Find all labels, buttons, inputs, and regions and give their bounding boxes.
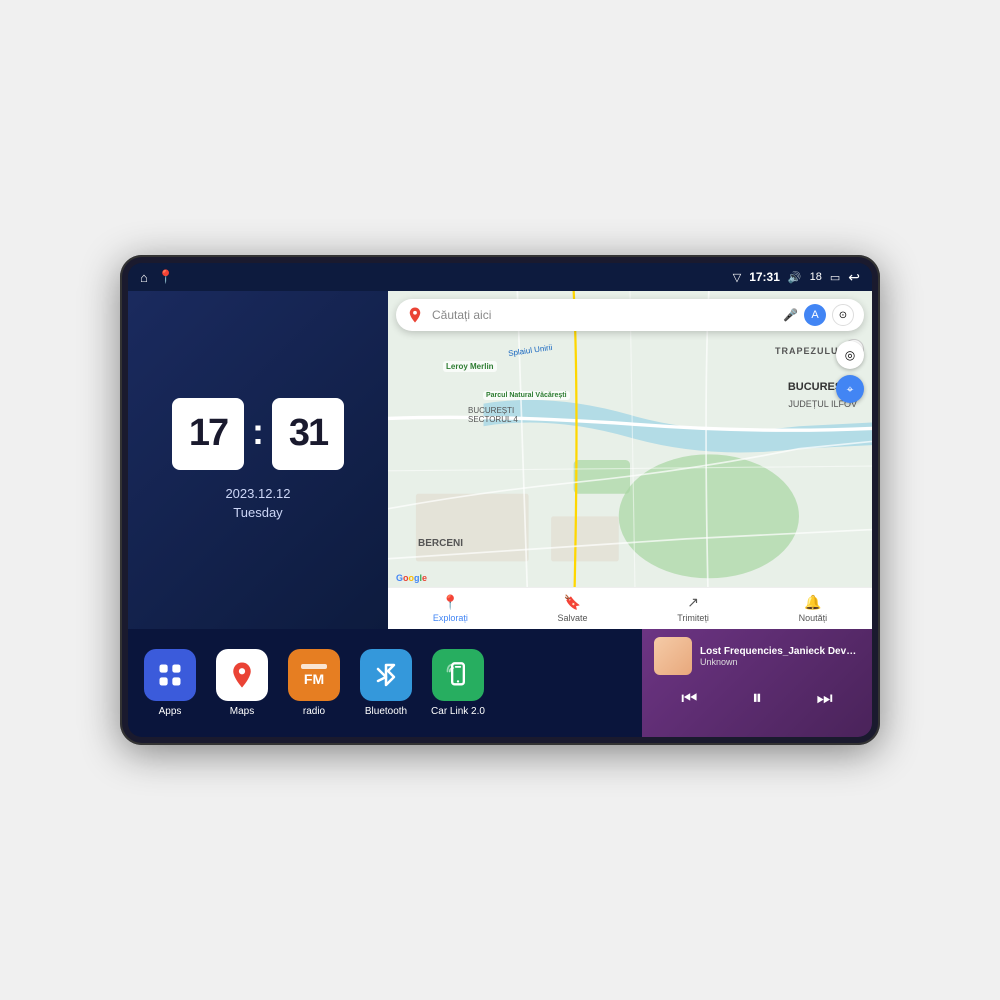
prev-button[interactable]: ⏮ bbox=[673, 684, 705, 713]
location-icon[interactable]: 📍 bbox=[158, 269, 174, 285]
app-item-carlink[interactable]: Car Link 2.0 bbox=[430, 649, 486, 717]
map-search-bar[interactable]: Căutați aici 🎤 A ⊙ bbox=[396, 299, 864, 331]
bluetooth-symbol-icon bbox=[374, 661, 398, 689]
map-label-trapezului: TRAPEZULUI bbox=[775, 346, 842, 356]
music-thumbnail bbox=[654, 637, 692, 675]
map-background bbox=[388, 291, 872, 629]
music-title: Lost Frequencies_Janieck Devy-... bbox=[700, 646, 860, 657]
app-item-maps[interactable]: Maps bbox=[214, 649, 270, 717]
music-artist: Unknown bbox=[700, 657, 860, 667]
clock-minutes: 31 bbox=[272, 398, 344, 470]
music-controls: ⏮ ⏸ ⏭ bbox=[654, 681, 860, 716]
maps-pin-icon bbox=[227, 660, 257, 690]
saved-icon: 🔖 bbox=[564, 594, 581, 611]
map-nav-news[interactable]: 🔔 Noutăți bbox=[799, 594, 828, 623]
status-left-icons: ⌂ 📍 bbox=[140, 269, 174, 285]
status-bar: ⌂ 📍 ▽ 17:31 🔊 18 ▭ ↩ bbox=[128, 263, 872, 291]
mic-icon[interactable]: 🎤 bbox=[783, 308, 798, 322]
clock-panel: 17 : 31 2023.12.12 Tuesday bbox=[128, 291, 388, 629]
bluetooth-label: Bluetooth bbox=[365, 706, 407, 717]
bluetooth-icon-wrap bbox=[360, 649, 412, 701]
music-info: Lost Frequencies_Janieck Devy-... Unknow… bbox=[654, 637, 860, 675]
map-nav-saved[interactable]: 🔖 Salvate bbox=[558, 594, 588, 623]
app-item-radio[interactable]: FM radio bbox=[286, 649, 342, 717]
back-icon[interactable]: ↩ bbox=[848, 269, 860, 286]
location-btn[interactable]: ◎ bbox=[836, 341, 864, 369]
map-label-park: Parcul Natural Văcărești bbox=[483, 391, 570, 400]
maps-label: Maps bbox=[230, 706, 254, 717]
app-item-bluetooth[interactable]: Bluetooth bbox=[358, 649, 414, 717]
share-icon: ↗ bbox=[687, 594, 699, 611]
top-section: 17 : 31 2023.12.12 Tuesday bbox=[128, 291, 872, 629]
map-bottom-nav: 📍 Explorați 🔖 Salvate ↗ Trimiteți 🔔 bbox=[388, 587, 872, 629]
time-display: 17:31 bbox=[749, 270, 780, 284]
google-maps-logo bbox=[406, 306, 424, 324]
map-nav-share[interactable]: ↗ Trimiteți bbox=[677, 594, 709, 623]
play-pause-button[interactable]: ⏸ bbox=[744, 683, 770, 714]
radio-icon: FM bbox=[288, 649, 340, 701]
clock-hours: 17 bbox=[172, 398, 244, 470]
app-grid: Apps Maps bbox=[128, 629, 642, 737]
car-display-device: ⌂ 📍 ▽ 17:31 🔊 18 ▭ ↩ 17 : bbox=[120, 255, 880, 745]
volume-level: 18 bbox=[810, 271, 822, 283]
main-content: 17 : 31 2023.12.12 Tuesday bbox=[128, 291, 872, 737]
news-icon: 🔔 bbox=[804, 594, 821, 611]
battery-icon: ▭ bbox=[830, 271, 840, 284]
carlink-icon bbox=[432, 649, 484, 701]
screen: ⌂ 📍 ▽ 17:31 🔊 18 ▭ ↩ 17 : bbox=[128, 263, 872, 737]
radio-label: radio bbox=[303, 706, 325, 717]
next-button[interactable]: ⏭ bbox=[809, 684, 841, 713]
map-search-placeholder[interactable]: Căutați aici bbox=[432, 308, 775, 322]
map-controls: ◎ ⌖ bbox=[836, 341, 864, 403]
map-nav-explore[interactable]: 📍 Explorați bbox=[433, 594, 468, 623]
clock-date: 2023.12.12 Tuesday bbox=[225, 484, 290, 523]
map-label-leroy: Leroy Merlin bbox=[443, 361, 497, 372]
apps-icon bbox=[144, 649, 196, 701]
status-right-info: ▽ 17:31 🔊 18 ▭ ↩ bbox=[733, 269, 860, 286]
account-icon[interactable]: A bbox=[804, 304, 826, 326]
maps-icon bbox=[216, 649, 268, 701]
apps-label: Apps bbox=[159, 706, 182, 717]
clock-colon: : bbox=[252, 411, 264, 453]
carlink-label: Car Link 2.0 bbox=[431, 706, 485, 717]
music-thumb-image bbox=[654, 637, 692, 675]
clock-display: 17 : 31 bbox=[172, 398, 344, 470]
map-label-sectorul: BUCUREȘTISECTORUL 4 bbox=[468, 406, 518, 424]
apps-grid-icon bbox=[156, 661, 184, 689]
app-item-apps[interactable]: Apps bbox=[142, 649, 198, 717]
navigate-btn[interactable]: ⌖ bbox=[836, 375, 864, 403]
explore-icon: 📍 bbox=[442, 594, 459, 611]
home-icon[interactable]: ⌂ bbox=[140, 270, 148, 285]
carlink-phone-icon bbox=[444, 661, 472, 689]
map-panel[interactable]: TRAPEZULUI BUCUREȘTI JUDEȚUL ILFOV BERCE… bbox=[388, 291, 872, 629]
layers-icon[interactable]: ⊙ bbox=[832, 304, 854, 326]
map-search-actions: 🎤 A ⊙ bbox=[783, 304, 854, 326]
volume-icon: 🔊 bbox=[788, 271, 802, 284]
map-label-berceni: BERCENI bbox=[418, 538, 463, 549]
signal-icon: ▽ bbox=[733, 271, 741, 284]
bottom-section: Apps Maps bbox=[128, 629, 872, 737]
music-player: Lost Frequencies_Janieck Devy-... Unknow… bbox=[642, 629, 872, 737]
music-text: Lost Frequencies_Janieck Devy-... Unknow… bbox=[700, 646, 860, 667]
google-logo: Google bbox=[396, 573, 427, 583]
